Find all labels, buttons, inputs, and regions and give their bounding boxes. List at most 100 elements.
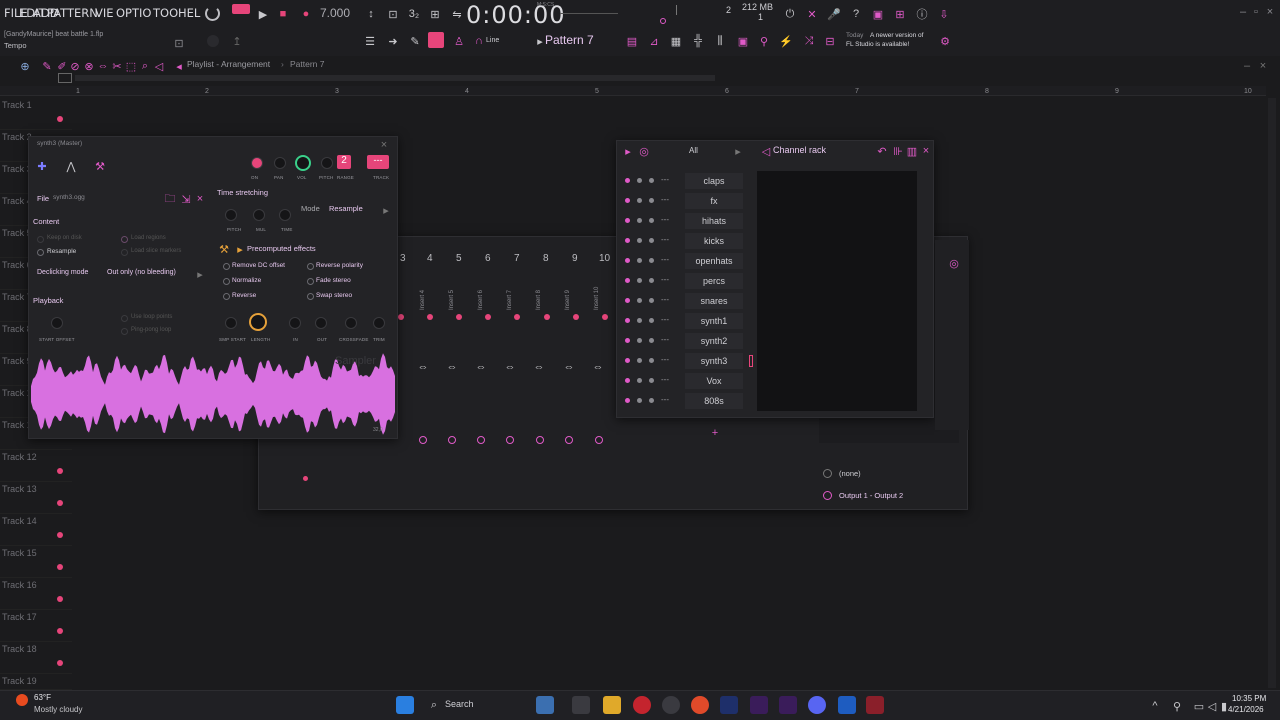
length-knob[interactable]: [249, 313, 267, 331]
in-knob[interactable]: [289, 317, 301, 329]
playlist-ruler[interactable]: [0, 86, 1266, 96]
channel-vol-dot[interactable]: [649, 398, 654, 403]
channel-name-button[interactable]: Vox: [685, 373, 743, 389]
volume-knob[interactable]: [295, 155, 311, 171]
playlist-mute-icon[interactable]: ⊗: [82, 59, 96, 73]
news-settings-icon[interactable]: ⚙: [938, 34, 952, 48]
plugin-icon[interactable]: ⊞: [893, 7, 907, 21]
channel-pan-dot[interactable]: [637, 318, 642, 323]
channel-pan-dot[interactable]: [637, 358, 642, 363]
taskbar-aftereffects-icon[interactable]: [779, 696, 797, 714]
folder-icon[interactable]: 🗀: [163, 192, 177, 206]
stretch-pitch-knob[interactable]: [225, 209, 237, 221]
channel-name-button[interactable]: 808s: [685, 393, 743, 409]
channel-mute-dot[interactable]: [625, 318, 630, 323]
stereo-separation-icon[interactable]: ⇔: [532, 360, 546, 374]
mixer-mute-dot[interactable]: [514, 314, 520, 320]
channel-mute-dot[interactable]: [625, 298, 630, 303]
channel-route[interactable]: ---: [661, 235, 669, 244]
metronome-icon[interactable]: ↕: [364, 7, 378, 21]
channel-route[interactable]: ---: [661, 275, 669, 284]
maximize-icon[interactable]: ▫: [1249, 5, 1263, 19]
channel-route[interactable]: ---: [661, 355, 669, 364]
channel-pan-dot[interactable]: [637, 338, 642, 343]
loop-record-icon[interactable]: ⇋: [450, 7, 464, 21]
stereo-separation-icon[interactable]: ⇔: [445, 360, 459, 374]
channel-pan-dot[interactable]: [637, 278, 642, 283]
channel-row[interactable]: --- openhats: [617, 251, 757, 271]
save-icon[interactable]: ▣: [871, 7, 885, 21]
channel-pan-dot[interactable]: [637, 178, 642, 183]
rack-filter[interactable]: All: [689, 146, 698, 155]
channel-name-button[interactable]: synth1: [685, 313, 743, 329]
playlist-min-icon[interactable]: –: [1240, 59, 1254, 73]
info-icon[interactable]: ⓘ: [915, 7, 929, 21]
playlist-icon[interactable]: ▤: [625, 34, 639, 48]
channel-name-button[interactable]: fx: [685, 193, 743, 209]
bars-icon[interactable]: ⫼: [713, 34, 727, 48]
smp-start-knob[interactable]: [225, 317, 237, 329]
channel-name-button[interactable]: synth2: [685, 333, 743, 349]
tray-chevron-icon[interactable]: ^: [1148, 699, 1162, 713]
stereo-separation-icon[interactable]: ⇔: [503, 360, 517, 374]
reverse-polarity-check[interactable]: [307, 263, 314, 270]
channel-route[interactable]: ---: [661, 195, 669, 204]
track-header[interactable]: Track 1: [0, 98, 72, 130]
rack-close-icon[interactable]: ×: [919, 144, 933, 158]
mixer-mute-dot[interactable]: [573, 314, 579, 320]
channel-row[interactable]: --- claps: [617, 171, 757, 191]
declick-arrow-icon[interactable]: ▸: [193, 267, 207, 281]
clock-time[interactable]: 10:35 PM: [1232, 694, 1266, 703]
declicking-value[interactable]: Out only (no bleeding): [107, 269, 176, 276]
track-mute-dot[interactable]: [57, 596, 63, 602]
track-header[interactable]: Track 14: [0, 514, 72, 546]
pattern-selector[interactable]: Pattern 7: [545, 33, 594, 47]
taskbar-app-icon[interactable]: [662, 696, 680, 714]
taskbar-widget-icon[interactable]: [536, 696, 554, 714]
news-line2[interactable]: FL Studio is available!: [846, 41, 909, 48]
channel-route[interactable]: ---: [661, 215, 669, 224]
mixer-route-ring[interactable]: [565, 436, 573, 444]
channel-row[interactable]: --- fx: [617, 191, 757, 211]
load-slice-check[interactable]: [121, 249, 128, 256]
pattern-picker-icon[interactable]: [58, 73, 72, 83]
channel-rack-icon[interactable]: ╬: [691, 34, 705, 48]
cart-icon[interactable]: ⊟: [823, 34, 837, 48]
channel-mute-dot[interactable]: [625, 278, 630, 283]
channel-vol-dot[interactable]: [649, 378, 654, 383]
channel-pan-dot[interactable]: [637, 198, 642, 203]
mixer-route-ring[interactable]: [595, 436, 603, 444]
track-mute-dot[interactable]: [57, 468, 63, 474]
channel-vol-dot[interactable]: [649, 238, 654, 243]
rack-undo-icon[interactable]: ↶: [875, 144, 889, 158]
play-icon[interactable]: ▶: [256, 7, 270, 21]
file-arrow-icon[interactable]: ⇲: [179, 192, 193, 206]
track-mute-dot[interactable]: [57, 628, 63, 634]
swap-stereo-check[interactable]: [307, 293, 314, 300]
rack-step-area[interactable]: [757, 171, 917, 411]
help-icon[interactable]: ?: [849, 7, 863, 21]
vertical-scrollbar[interactable]: [1268, 98, 1276, 688]
channel-mute-dot[interactable]: [625, 258, 630, 263]
channel-route[interactable]: ---: [661, 175, 669, 184]
sampler-envelope-icon[interactable]: ⋀: [64, 159, 78, 173]
stereo-separation-icon[interactable]: ⇔: [416, 360, 430, 374]
playlist-delete-icon[interactable]: ⊘: [68, 59, 82, 73]
start-button[interactable]: [396, 696, 414, 714]
stereo-separation-icon[interactable]: ⇔: [474, 360, 488, 374]
channel-row[interactable]: --- percs: [617, 271, 757, 291]
weather-icon[interactable]: [16, 694, 28, 706]
use-loop-check[interactable]: [121, 315, 128, 322]
mixer-route-ring[interactable]: [477, 436, 485, 444]
channel-name-button[interactable]: kicks: [685, 233, 743, 249]
channel-row[interactable]: --- synth1: [617, 311, 757, 331]
wait-input-icon[interactable]: ⊡: [386, 7, 400, 21]
close-icon[interactable]: ×: [1263, 5, 1277, 19]
track-mute-dot[interactable]: [57, 564, 63, 570]
rack-target-icon[interactable]: ◎: [637, 144, 651, 158]
minimize-icon[interactable]: –: [1236, 5, 1250, 19]
pingpong-check[interactable]: [121, 328, 128, 335]
pin-icon[interactable]: ↥: [230, 34, 244, 48]
channel-pan-dot[interactable]: [637, 238, 642, 243]
range-value[interactable]: 2: [337, 155, 351, 169]
